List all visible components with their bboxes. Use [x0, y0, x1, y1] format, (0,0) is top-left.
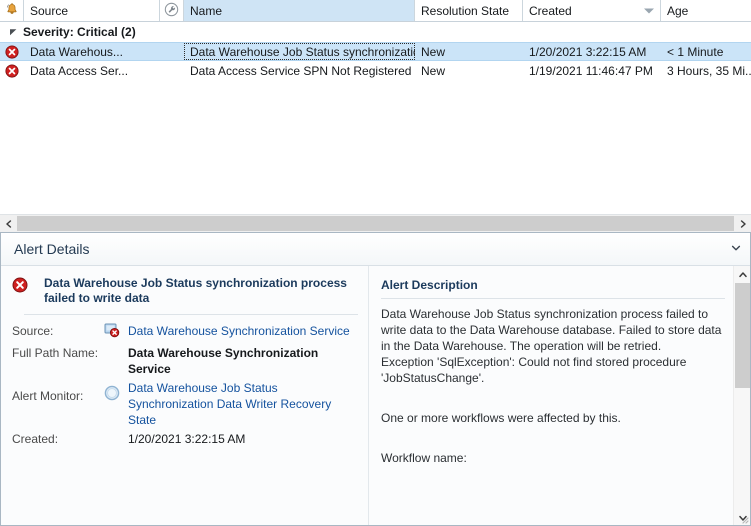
critical-error-icon: [12, 277, 28, 293]
chevron-right-icon: [739, 217, 747, 231]
alert-description-workflow-label: Workflow name:: [381, 451, 467, 465]
property-row-alert-monitor: Alert Monitor: Data Warehouse Job Status…: [12, 380, 358, 431]
alert-properties-panel: Data Warehouse Job Status synchronizatio…: [0, 266, 368, 526]
property-row-created: Created: 1/20/2021 3:22:15 AM: [12, 431, 358, 450]
alert-headline: Data Warehouse Job Status synchronizatio…: [12, 276, 358, 314]
scroll-up-button[interactable]: [734, 266, 751, 283]
row-source-cell: Data Access Ser...: [30, 63, 129, 78]
alert-description-panel: Alert Description Data Warehouse Job Sta…: [368, 266, 751, 526]
property-icon-created: [104, 431, 128, 450]
row-name-cell: Data Warehouse Job Status synchronizatio…: [184, 43, 415, 60]
property-label-created: Created:: [12, 432, 59, 446]
row-maintenance-cell: [160, 61, 184, 80]
alert-monitor-link[interactable]: Data Warehouse Job Status Synchronizatio…: [128, 381, 331, 427]
row-severity-icon-cell: [0, 43, 24, 60]
scroll-thumb-horizontal[interactable]: [17, 216, 734, 231]
property-icon-full-path-name: [104, 345, 128, 380]
column-header-name[interactable]: Name: [184, 0, 415, 21]
column-header-severity-icon[interactable]: [0, 0, 24, 21]
row-age-cell: < 1 Minute: [667, 44, 724, 59]
group-row-severity-critical[interactable]: Severity: Critical (2): [0, 22, 751, 42]
property-row-full-path-name: Full Path Name: Data Warehouse Synchroni…: [12, 345, 358, 380]
property-value-alert-monitor: Data Warehouse Job Status Synchronizatio…: [128, 380, 358, 431]
property-value-full-path-name: Data Warehouse Synchronization Service: [128, 345, 358, 380]
row-severity-icon-cell: [0, 61, 24, 80]
group-row-label: Severity: Critical (2): [23, 24, 136, 39]
row-resolution-state-cell: New: [421, 63, 446, 78]
divider: [381, 298, 725, 299]
alert-details-titlebar: Alert Details: [0, 233, 751, 266]
scroll-right-button[interactable]: [734, 215, 751, 232]
wrench-icon: [164, 2, 179, 20]
property-row-source: Source: Data Warehouse Synchronization S…: [12, 323, 358, 345]
scroll-track-vertical[interactable]: [734, 283, 751, 509]
column-header-source[interactable]: Source: [24, 0, 160, 21]
grid-horizontal-scrollbar[interactable]: [0, 214, 751, 232]
alert-description-body: Data Warehouse Job Status synchronizatio…: [381, 307, 722, 385]
chevron-up-icon: [738, 268, 747, 282]
alert-details-body: Data Warehouse Job Status synchronizatio…: [0, 266, 751, 526]
chevron-down-icon: [731, 242, 741, 256]
column-header-resolution-state-label: Resolution State: [421, 3, 510, 18]
resize-grip-icon[interactable]: [738, 513, 750, 525]
row-source-cell: Data Warehous...: [30, 44, 123, 59]
table-row[interactable]: Data Warehous... Data Warehouse Job Stat…: [0, 42, 751, 61]
row-name-cell: Data Access Service SPN Not Registered: [190, 63, 412, 78]
source-computer-error-icon: [104, 323, 120, 341]
scroll-thumb-vertical[interactable]: [735, 283, 750, 388]
column-header-created[interactable]: Created: [523, 0, 661, 21]
column-header-created-label: Created: [529, 3, 572, 18]
row-created-cell: 1/19/2021 11:46:47 PM: [529, 63, 653, 78]
row-resolution-state-cell: New: [421, 44, 446, 59]
scom-alerts-view: Source Name Resolution State Created Age…: [0, 0, 751, 526]
critical-error-icon: [5, 63, 19, 78]
property-label-alert-monitor: Alert Monitor:: [12, 389, 84, 403]
sort-descending-icon: [644, 8, 654, 13]
grid-rows: Data Warehous... Data Warehouse Job Stat…: [0, 42, 751, 80]
column-header-age-label: Age: [667, 3, 689, 18]
column-header-name-label: Name: [190, 3, 223, 18]
column-header-age[interactable]: Age: [661, 0, 751, 21]
property-label-source: Source:: [12, 324, 54, 338]
monitor-state-icon: [104, 385, 120, 404]
property-value-created: 1/20/2021 3:22:15 AM: [128, 432, 246, 446]
alert-details-pane: Alert Details Data Warehouse Job Status …: [0, 233, 751, 526]
alert-description-title: Alert Description: [381, 278, 478, 292]
column-header-resolution-state[interactable]: Resolution State: [415, 0, 523, 21]
column-header-source-label: Source: [30, 3, 69, 18]
scroll-track-horizontal[interactable]: [17, 215, 734, 232]
full-path-name-value: Data Warehouse Synchronization Service: [128, 346, 319, 376]
alerts-grid: Source Name Resolution State Created Age…: [0, 0, 751, 233]
property-icon-source: [104, 323, 128, 345]
details-vertical-scrollbar[interactable]: [733, 266, 751, 526]
source-link[interactable]: Data Warehouse Synchronization Service: [128, 324, 350, 338]
details-collapse-button[interactable]: [727, 240, 745, 258]
row-maintenance-cell: [160, 43, 184, 60]
critical-error-icon: [5, 44, 19, 59]
page-title: Alert Details: [14, 241, 90, 257]
alert-description-affected: One or more workflows were affected by t…: [381, 411, 621, 425]
column-header-maintenance-icon[interactable]: [160, 0, 184, 21]
bell-icon: [5, 2, 19, 19]
scroll-left-button[interactable]: [0, 215, 17, 232]
divider: [24, 314, 358, 315]
property-label-full-path-name: Full Path Name:: [12, 346, 99, 360]
table-row[interactable]: Data Access Ser... Data Access Service S…: [0, 61, 751, 80]
alert-properties-table: Source: Data Warehouse Synchronization S…: [12, 323, 358, 450]
row-age-cell: 3 Hours, 35 Mi...: [667, 63, 751, 78]
property-icon-alert-monitor: [104, 380, 128, 431]
triangle-collapse-icon[interactable]: [6, 25, 20, 39]
row-created-cell: 1/20/2021 3:22:15 AM: [529, 44, 647, 59]
alert-headline-text: Data Warehouse Job Status synchronizatio…: [44, 276, 347, 305]
property-value-source: Data Warehouse Synchronization Service: [128, 323, 358, 345]
chevron-left-icon: [5, 217, 13, 231]
grid-column-headers: Source Name Resolution State Created Age: [0, 0, 751, 22]
